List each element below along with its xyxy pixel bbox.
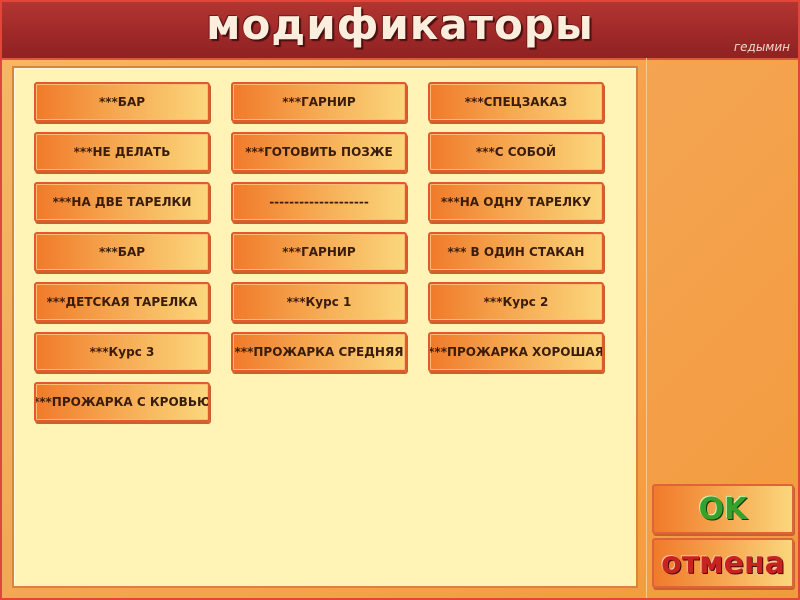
modifier-button[interactable]: ***ГОТОВИТЬ ПОЗЖЕ xyxy=(231,132,407,172)
modifier-button[interactable]: ***БАР xyxy=(34,232,210,272)
modifier-button[interactable]: ***ПРОЖАРКА С КРОВЬЮ xyxy=(34,382,210,422)
modifier-button[interactable]: *** В ОДИН СТАКАН xyxy=(428,232,604,272)
modifier-button[interactable]: ***Курс 1 xyxy=(231,282,407,322)
modifier-button[interactable]: ***ДЕТСКАЯ ТАРЕЛКА xyxy=(34,282,210,322)
page-title: модификаторы xyxy=(206,0,594,49)
modifier-button[interactable]: ***НЕ ДЕЛАТЬ xyxy=(34,132,210,172)
modifier-panel: ***БАР ***ГАРНИР ***СПЕЦЗАКАЗ ***НЕ ДЕЛА… xyxy=(12,66,638,588)
modifier-button[interactable]: -------------------- xyxy=(231,182,407,222)
cancel-button[interactable]: отмена xyxy=(652,538,794,588)
modifier-button[interactable]: ***НА ОДНУ ТАРЕЛКУ xyxy=(428,182,604,222)
modifier-button[interactable]: ***БАР xyxy=(34,82,210,122)
header-bar: модификаторы гедымин xyxy=(2,0,798,60)
modifier-button[interactable]: ***СПЕЦЗАКАЗ xyxy=(428,82,604,122)
modifier-button[interactable]: ***Курс 3 xyxy=(34,332,210,372)
modifier-button[interactable]: ***С СОБОЙ xyxy=(428,132,604,172)
modifier-button[interactable]: ***ГАРНИР xyxy=(231,82,407,122)
modifier-button[interactable]: ***ГАРНИР xyxy=(231,232,407,272)
modifier-button[interactable]: ***НА ДВЕ ТАРЕЛКИ xyxy=(34,182,210,222)
modifier-button[interactable]: ***ПРОЖАРКА СРЕДНЯЯ xyxy=(231,332,407,372)
modifier-button[interactable]: ***ПРОЖАРКА ХОРОШАЯ xyxy=(428,332,604,372)
user-name: гедымин xyxy=(733,40,790,54)
ok-button[interactable]: OK xyxy=(652,484,794,534)
modifier-button[interactable]: ***Курс 2 xyxy=(428,282,604,322)
